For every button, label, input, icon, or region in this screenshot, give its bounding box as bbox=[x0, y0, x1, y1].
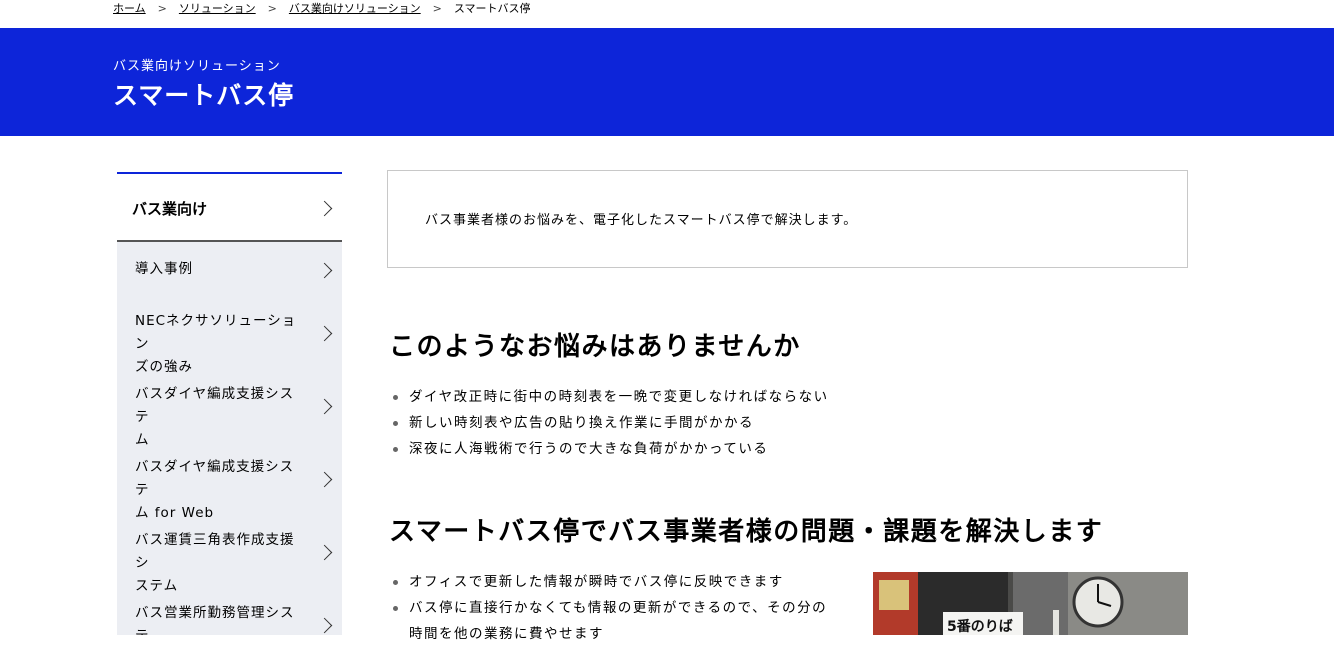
sidebar-item-case-studies[interactable]: 導入事例 bbox=[117, 242, 342, 298]
intro-box: バス事業者様のお悩みを、電子化したスマートバス停で解決します。 bbox=[387, 170, 1188, 268]
chevron-right-icon bbox=[316, 325, 333, 342]
breadcrumb: ホーム > ソリューション > バス業向けソリューション > スマートバス停 bbox=[113, 0, 531, 18]
sidebar-nav: バス業向け 導入事例 NECネクサソリューション ズの強み バスダイヤ編成支援シ… bbox=[117, 172, 342, 635]
breadcrumb-separator: > bbox=[157, 2, 167, 15]
sidebar-item-label: バスダイヤ編成支援システ bbox=[135, 386, 295, 425]
problems-list: ダイヤ改正時に街中の時刻表を一晩で変更しなければならない 新しい時刻表や広告の貼… bbox=[393, 384, 829, 462]
list-item-continuation: 時間を他の業務に費やせます bbox=[409, 626, 604, 642]
page-banner: バス業向けソリューション スマートバス停 bbox=[0, 28, 1334, 136]
breadcrumb-bus-solutions-link[interactable]: バス業向けソリューション bbox=[289, 0, 421, 18]
sidebar-item-label: NECネクサソリューション bbox=[135, 313, 297, 352]
section-heading-solutions: スマートバス停でバス事業者様の問題・課題を解決します bbox=[389, 517, 1104, 547]
sidebar-list: 導入事例 NECネクサソリューション ズの強み バスダイヤ編成支援システ ム バ… bbox=[117, 242, 342, 635]
solutions-list: オフィスで更新した情報が瞬時でバス停に反映できます バス停に直接行かなくても情報… bbox=[393, 569, 853, 647]
bus-stop-sign-text: 5番のりば bbox=[947, 619, 1013, 635]
sidebar-header-label: バス業向け bbox=[132, 200, 208, 218]
breadcrumb-separator: > bbox=[267, 2, 277, 15]
list-item: ダイヤ改正時に街中の時刻表を一晩で変更しなければならない bbox=[393, 384, 829, 410]
sidebar-header[interactable]: バス業向け bbox=[117, 172, 342, 242]
chevron-right-icon bbox=[316, 200, 333, 217]
sidebar-item-label: バスダイヤ編成支援システ bbox=[135, 459, 295, 498]
list-item: 新しい時刻表や広告の貼り換え作業に手間がかかる bbox=[393, 410, 829, 436]
sidebar-item-diagram-system[interactable]: バスダイヤ編成支援システ ム bbox=[117, 371, 342, 448]
page-title: スマートバス停 bbox=[113, 81, 295, 110]
sidebar-item-strengths[interactable]: NECネクサソリューション ズの強み bbox=[117, 298, 342, 375]
chevron-right-icon bbox=[316, 262, 333, 279]
chevron-right-icon bbox=[316, 617, 333, 634]
section-heading-problems: このようなお悩みはありませんか bbox=[389, 332, 801, 362]
chevron-right-icon bbox=[316, 398, 333, 415]
bus-stop-photo: 5番のりば bbox=[873, 572, 1188, 635]
list-item: バス停に直接行かなくても情報の更新ができるので、その分の bbox=[393, 595, 853, 621]
breadcrumb-separator: > bbox=[432, 2, 442, 15]
sidebar-item-diagram-system-web[interactable]: バスダイヤ編成支援システ ム for Web bbox=[117, 444, 342, 521]
breadcrumb-home-link[interactable]: ホーム bbox=[113, 0, 146, 18]
sidebar-item-label: バス営業所勤務管理システ bbox=[135, 605, 295, 635]
list-item: 深夜に人海戦術で行うので大きな負荷がかかっている bbox=[393, 436, 829, 462]
sidebar-item-label: 導入事例 bbox=[135, 261, 193, 277]
sidebar-item-fare-table-system[interactable]: バス運賃三角表作成支援シ ステム bbox=[117, 517, 342, 594]
bus-stop-illustration bbox=[873, 572, 1188, 635]
chevron-right-icon bbox=[316, 471, 333, 488]
breadcrumb-current: スマートバス停 bbox=[453, 2, 531, 15]
page-subtitle: バス業向けソリューション bbox=[113, 59, 281, 74]
intro-text: バス事業者様のお悩みを、電子化したスマートバス停で解決します。 bbox=[425, 213, 858, 228]
sidebar-item-office-duty-system[interactable]: バス営業所勤務管理システ ム bbox=[117, 590, 342, 635]
breadcrumb-solutions-link[interactable]: ソリューション bbox=[179, 0, 256, 18]
list-item: オフィスで更新した情報が瞬時でバス停に反映できます bbox=[393, 569, 853, 595]
sidebar-item-label: バス運賃三角表作成支援シ bbox=[135, 532, 295, 571]
chevron-right-icon bbox=[316, 544, 333, 561]
